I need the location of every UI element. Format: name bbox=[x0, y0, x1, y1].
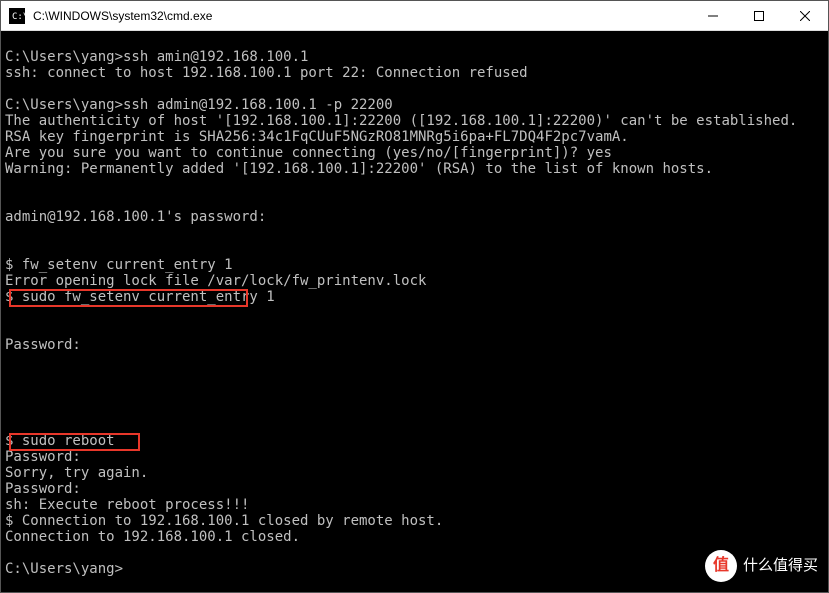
terminal-line bbox=[5, 305, 824, 321]
terminal-line: Password: bbox=[5, 337, 824, 353]
terminal-line: $ sudo reboot bbox=[5, 433, 824, 449]
terminal-line: C:\Users\yang>ssh admin@192.168.100.1 -p… bbox=[5, 97, 824, 113]
close-button[interactable] bbox=[782, 1, 828, 31]
terminal-line bbox=[5, 193, 824, 209]
terminal-line: Sorry, try again. bbox=[5, 465, 824, 481]
terminal-line bbox=[5, 401, 824, 417]
cmd-icon: C:\ bbox=[9, 8, 25, 24]
terminal-line: $ sudo fw_setenv current_entry 1 bbox=[5, 289, 824, 305]
terminal-line bbox=[5, 33, 824, 49]
terminal-line: sh: Execute reboot process!!! bbox=[5, 497, 824, 513]
terminal-line: admin@192.168.100.1's password: bbox=[5, 209, 824, 225]
terminal-line bbox=[5, 417, 824, 433]
terminal-output[interactable]: C:\Users\yang>ssh amin@192.168.100.1ssh:… bbox=[1, 31, 828, 592]
terminal-line bbox=[5, 241, 824, 257]
terminal-line: $ Connection to 192.168.100.1 closed by … bbox=[5, 513, 824, 529]
window-controls bbox=[690, 1, 828, 31]
terminal-line: Warning: Permanently added '[192.168.100… bbox=[5, 161, 824, 177]
titlebar[interactable]: C:\ C:\WINDOWS\system32\cmd.exe bbox=[1, 1, 828, 31]
terminal-line: RSA key fingerprint is SHA256:34c1FqCUuF… bbox=[5, 129, 824, 145]
terminal-line bbox=[5, 321, 824, 337]
terminal-line: C:\Users\yang>ssh amin@192.168.100.1 bbox=[5, 49, 824, 65]
terminal-line bbox=[5, 545, 824, 561]
terminal-line: The authenticity of host '[192.168.100.1… bbox=[5, 113, 824, 129]
terminal-line: Password: bbox=[5, 481, 824, 497]
terminal-line bbox=[5, 369, 824, 385]
terminal-line bbox=[5, 385, 824, 401]
terminal-line: ssh: connect to host 192.168.100.1 port … bbox=[5, 65, 824, 81]
cmd-window: C:\ C:\WINDOWS\system32\cmd.exe C:\Users… bbox=[0, 0, 829, 593]
terminal-line bbox=[5, 177, 824, 193]
terminal-line: Error opening lock file /var/lock/fw_pri… bbox=[5, 273, 824, 289]
watermark-text: 什么值得买 bbox=[743, 558, 818, 574]
window-title: C:\WINDOWS\system32\cmd.exe bbox=[33, 9, 690, 23]
svg-text:C:\: C:\ bbox=[12, 12, 25, 22]
terminal-line: $ fw_setenv current_entry 1 bbox=[5, 257, 824, 273]
terminal-line: Connection to 192.168.100.1 closed. bbox=[5, 529, 824, 545]
terminal-line bbox=[5, 225, 824, 241]
watermark: 值 什么值得买 bbox=[705, 550, 818, 582]
terminal-line: Are you sure you want to continue connec… bbox=[5, 145, 824, 161]
terminal-line: C:\Users\yang> bbox=[5, 561, 824, 577]
maximize-button[interactable] bbox=[736, 1, 782, 31]
terminal-line: Password: bbox=[5, 449, 824, 465]
minimize-button[interactable] bbox=[690, 1, 736, 31]
terminal-line bbox=[5, 81, 824, 97]
watermark-logo-icon: 值 bbox=[705, 550, 737, 582]
terminal-line bbox=[5, 353, 824, 369]
